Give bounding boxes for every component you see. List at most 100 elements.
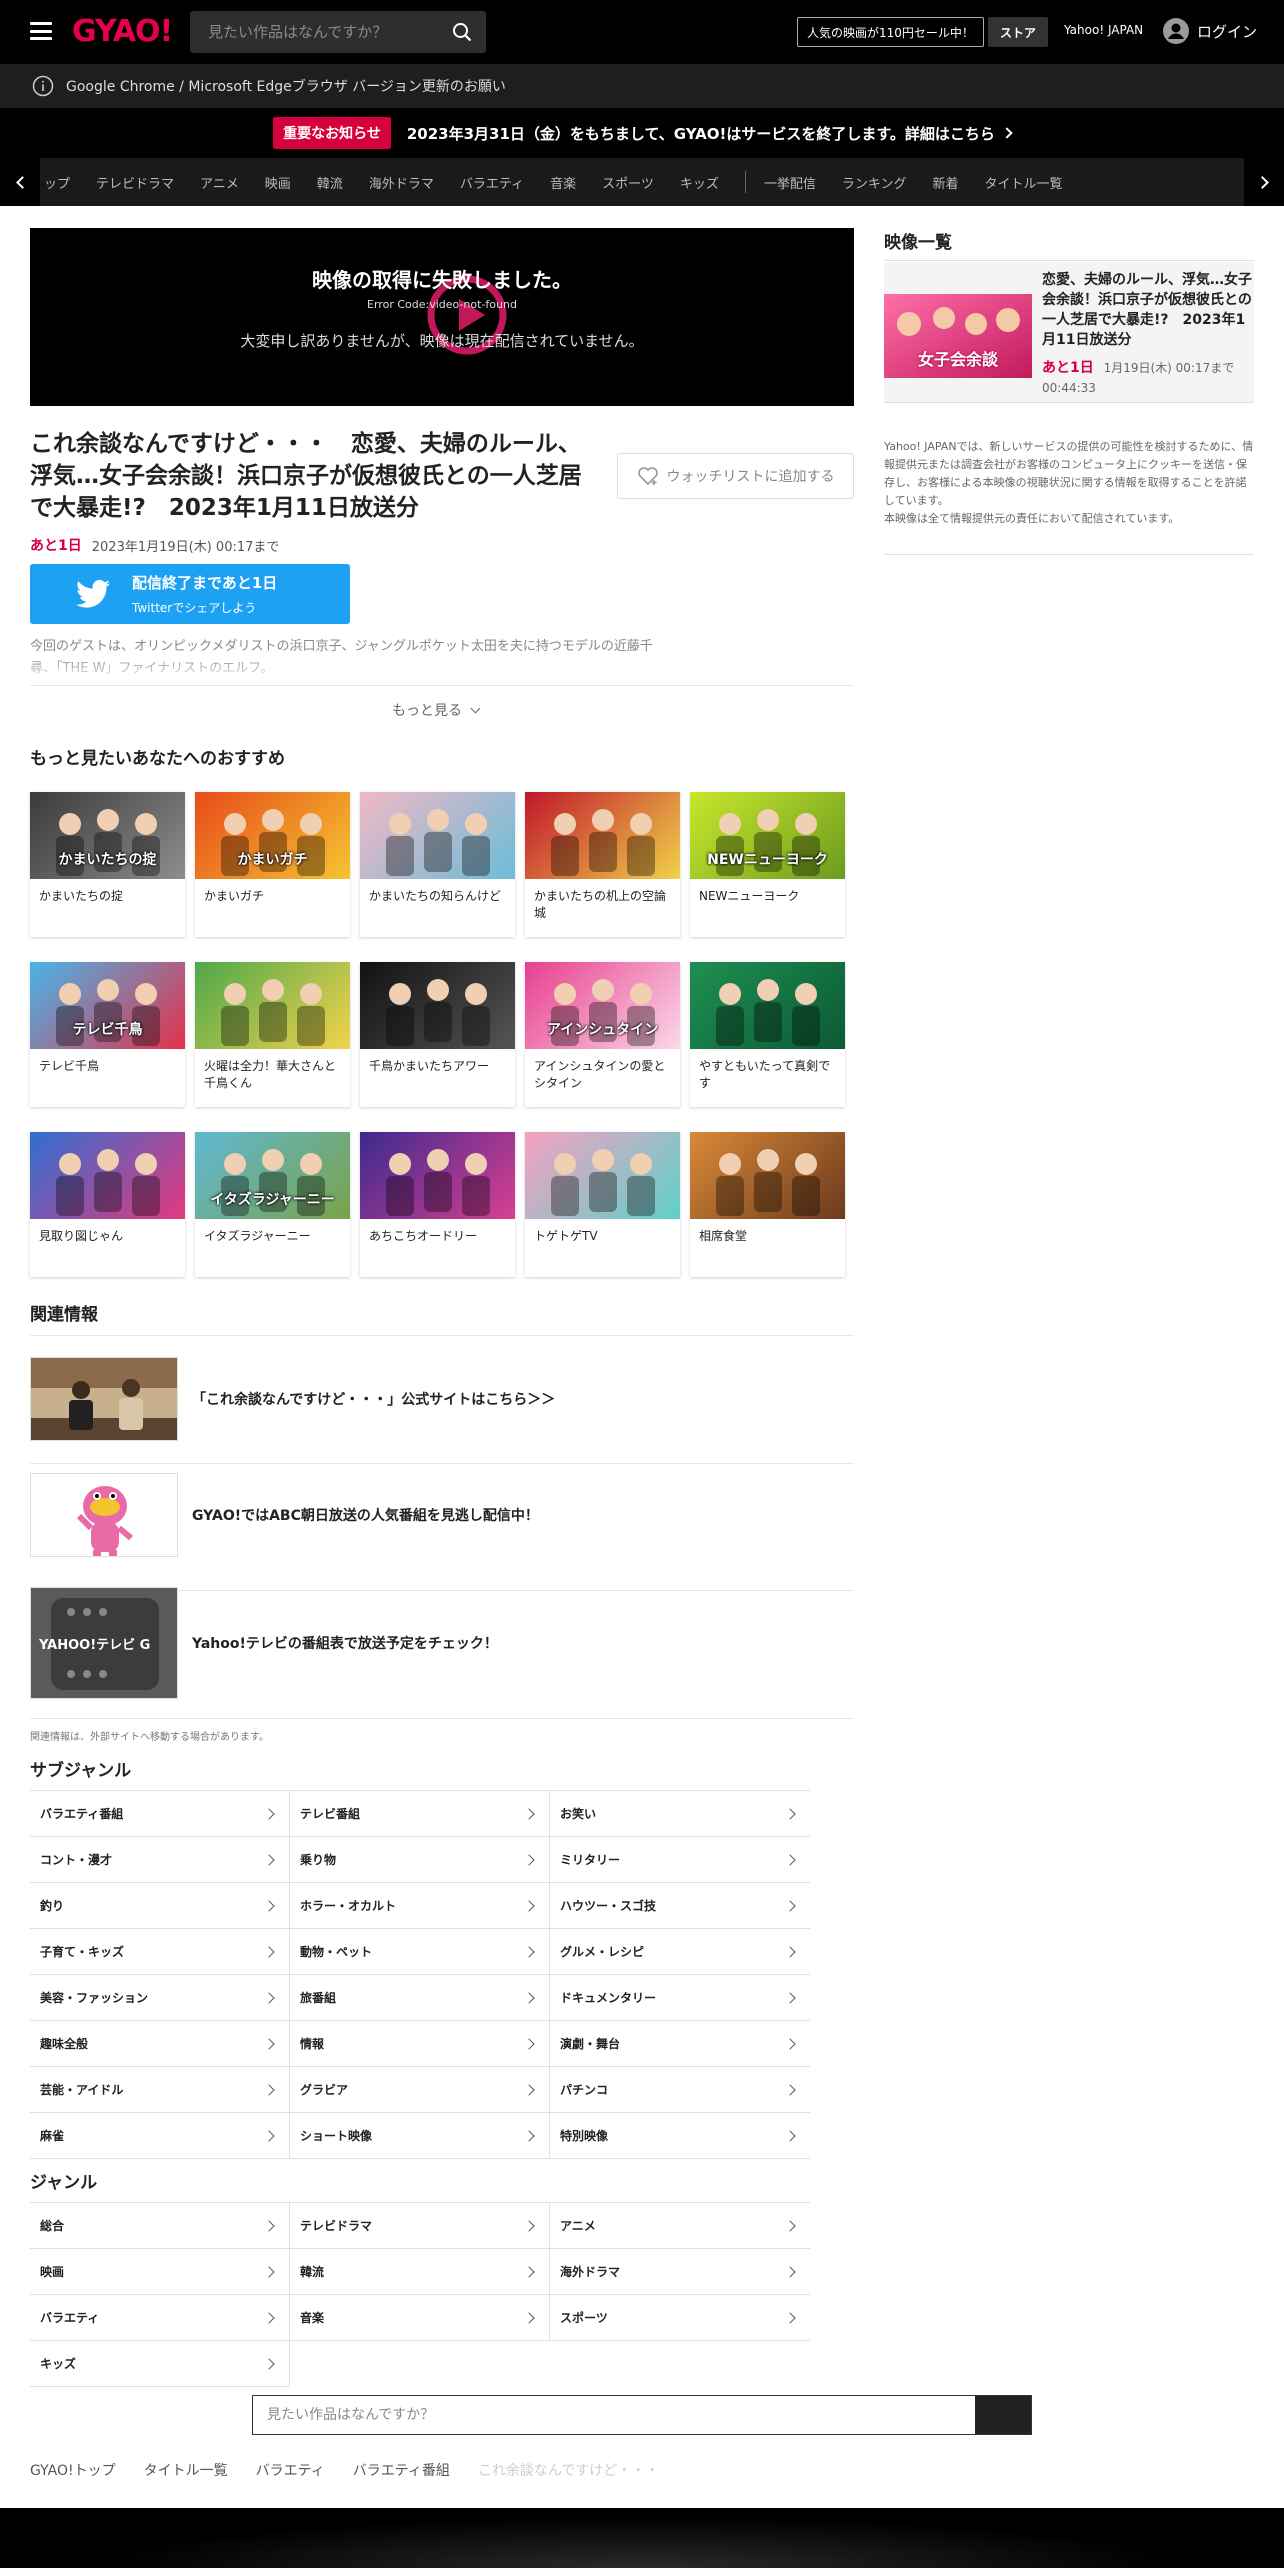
- subgenre-link[interactable]: 子育て・キッズ: [30, 1929, 290, 1975]
- person-face: [795, 813, 817, 835]
- browser-update-notice[interactable]: Google Chrome / Microsoft Edgeブラウザ バージョン…: [0, 64, 1284, 108]
- reco-card[interactable]: あちこちオードリー: [360, 1132, 515, 1277]
- nav-item[interactable]: ランキング: [842, 173, 907, 192]
- person-body: [424, 1002, 452, 1042]
- reco-card[interactable]: テレビ千鳥 テレビ千鳥: [30, 962, 185, 1107]
- breadcrumb-item[interactable]: バラエティ番組: [353, 2460, 450, 2480]
- breadcrumb-item[interactable]: GYAO!トップ: [30, 2460, 116, 2480]
- subgenre-link[interactable]: ショート映像: [290, 2113, 550, 2159]
- reco-card[interactable]: 相席食堂: [690, 1132, 845, 1277]
- reco-card[interactable]: 火曜は全力！華大さんと千鳥くん: [195, 962, 350, 1107]
- genre-link[interactable]: 総合: [30, 2203, 290, 2249]
- nav-item[interactable]: 映画: [265, 173, 291, 192]
- related-item-abc[interactable]: GYAO!ではABC朝日放送の人気番組を見逃し配信中！: [30, 1472, 854, 1558]
- bottom-search-input[interactable]: [253, 2396, 975, 2434]
- subgenre-link[interactable]: 美容・ファッション: [30, 1975, 290, 2021]
- genre-link[interactable]: 海外ドラマ: [550, 2249, 810, 2295]
- yahoo-japan-link[interactable]: Yahoo! JAPAN: [1064, 23, 1143, 37]
- person-face: [719, 1153, 741, 1175]
- genre-link[interactable]: キッズ: [30, 2341, 290, 2387]
- reco-card[interactable]: 見取り図じゃん: [30, 1132, 185, 1277]
- reco-thumbnail: [30, 1132, 185, 1219]
- subgenre-link[interactable]: 釣り: [30, 1883, 290, 1929]
- video-list-item-title: 恋愛、夫婦のルール、浮気…女子会余談！浜口京子が仮想彼氏との一人芝居で大暴走!?…: [1042, 272, 1252, 348]
- reco-card[interactable]: かまいガチ かまいガチ: [195, 792, 350, 937]
- subgenre-link[interactable]: 麻雀: [30, 2113, 290, 2159]
- subgenre-link[interactable]: ホラー・オカルト: [290, 1883, 550, 1929]
- nav-item[interactable]: バラエティ: [460, 173, 524, 192]
- nav-item[interactable]: スポーツ: [602, 173, 654, 192]
- reco-card[interactable]: アインシュタイン アインシュタインの愛とシタイン: [525, 962, 680, 1107]
- movie-sale-button[interactable]: 人気の映画が110円セール中！: [797, 17, 984, 47]
- nav-item[interactable]: アニメ: [200, 173, 239, 192]
- nav-item[interactable]: 新着: [932, 173, 958, 192]
- genre-link[interactable]: 音楽: [290, 2295, 550, 2341]
- nav-scroll-left-button[interactable]: [0, 158, 40, 206]
- nav-item[interactable]: タイトル一覧: [985, 173, 1063, 192]
- subgenre-link[interactable]: ドキュメンタリー: [550, 1975, 810, 2021]
- subgenre-link[interactable]: グラビア: [290, 2067, 550, 2113]
- show-more-button[interactable]: もっと見る: [392, 700, 481, 720]
- nav-scroll-right-button[interactable]: [1244, 158, 1284, 206]
- twitter-share-button[interactable]: 配信終了まであと1日 Twitterでシェアしよう: [30, 564, 350, 624]
- nav-item[interactable]: 海外ドラマ: [369, 173, 434, 192]
- person-face: [262, 1149, 284, 1171]
- nav-item[interactable]: 一挙配信: [764, 173, 816, 192]
- search-icon[interactable]: [452, 22, 472, 42]
- breadcrumb-item[interactable]: タイトル一覧: [144, 2460, 228, 2480]
- reco-thumbnail-image: [221, 979, 325, 1046]
- reco-card[interactable]: かまいたちの知らんけど: [360, 792, 515, 937]
- hamburger-menu-icon[interactable]: [30, 22, 52, 40]
- reco-card[interactable]: 千鳥かまいたちアワー: [360, 962, 515, 1107]
- subgenre-link[interactable]: テレビ番組: [290, 1791, 550, 1837]
- subgenre-link[interactable]: 旅番組: [290, 1975, 550, 2021]
- video-list-item[interactable]: 女子会余談 恋愛、夫婦のルール、浮気…女子会余談！浜口京子が仮想彼氏との一人芝居…: [884, 262, 1254, 402]
- subgenre-link[interactable]: コント・漫才: [30, 1837, 290, 1883]
- genre-link[interactable]: テレビドラマ: [290, 2203, 550, 2249]
- subgenre-link[interactable]: お笑い: [550, 1791, 810, 1837]
- nav-item[interactable]: キッズ: [680, 173, 719, 192]
- subgenre-link[interactable]: 芸能・アイドル: [30, 2067, 290, 2113]
- reco-card[interactable]: イタズラジャーニー イタズラジャーニー: [195, 1132, 350, 1277]
- genre-link[interactable]: 映画: [30, 2249, 290, 2295]
- store-button[interactable]: ストア: [988, 17, 1049, 47]
- reco-thumbnail-image: [386, 809, 490, 876]
- bottom-search-button[interactable]: [975, 2396, 1031, 2434]
- reco-card[interactable]: やすともいたって真剣です: [690, 962, 845, 1107]
- reco-card[interactable]: かまいたちの掟 かまいたちの掟: [30, 792, 185, 937]
- genre-link[interactable]: スポーツ: [550, 2295, 810, 2341]
- reco-card[interactable]: NEWニューヨーク NEWニューヨーク: [690, 792, 845, 937]
- reco-thumbnail: [525, 1132, 680, 1219]
- nav-item[interactable]: テレビドラマ: [96, 173, 174, 192]
- subgenre-link[interactable]: ミリタリー: [550, 1837, 810, 1883]
- subgenre-link[interactable]: バラエティ番組: [30, 1791, 290, 1837]
- chevron-right-icon: [523, 1807, 535, 1820]
- subgenre-link[interactable]: パチンコ: [550, 2067, 810, 2113]
- reco-card[interactable]: トゲトゲTV: [525, 1132, 680, 1277]
- genre-link[interactable]: アニメ: [550, 2203, 810, 2249]
- subgenre-link[interactable]: 乗り物: [290, 1837, 550, 1883]
- video-player[interactable]: 映像の取得に失敗しました。 Error Code:video-not-found…: [30, 228, 854, 406]
- nav-item[interactable]: ップ: [44, 173, 70, 192]
- nav-item[interactable]: 韓流: [317, 173, 343, 192]
- login-button[interactable]: ログイン: [1163, 18, 1257, 44]
- important-notice[interactable]: 重要なお知らせ 2023年3月31日（金）をもちまして、GYAO!はサービスを終…: [0, 108, 1284, 158]
- genre-link[interactable]: 韓流: [290, 2249, 550, 2295]
- subgenre-link[interactable]: ハウツー・スゴ技: [550, 1883, 810, 1929]
- subgenre-link[interactable]: 演劇・舞台: [550, 2021, 810, 2067]
- related-item-yahoo-tv[interactable]: YAHOO!テレビ G Yahoo!テレビの番組表で放送予定をチェック！: [30, 1587, 854, 1699]
- subgenre-link[interactable]: グルメ・レシピ: [550, 1929, 810, 1975]
- add-to-watchlist-button[interactable]: ウォッチリストに追加する: [617, 453, 854, 499]
- subgenre-link[interactable]: 動物・ペット: [290, 1929, 550, 1975]
- related-item-official-site[interactable]: 「これ余談なんですけど・・・」公式サイトはこちら＞＞: [30, 1356, 854, 1442]
- subgenre-link[interactable]: 情報: [290, 2021, 550, 2067]
- search-input[interactable]: [190, 23, 430, 41]
- subgenre-link[interactable]: 特別映像: [550, 2113, 810, 2159]
- breadcrumb-item[interactable]: バラエティ: [256, 2460, 325, 2480]
- genre-link[interactable]: バラエティ: [30, 2295, 290, 2341]
- gyao-logo[interactable]: GYAO!: [72, 14, 173, 49]
- subgenre-link[interactable]: 趣味全般: [30, 2021, 290, 2067]
- nav-item[interactable]: 音楽: [550, 173, 576, 192]
- user-avatar-icon: [1163, 18, 1189, 44]
- reco-card[interactable]: かまいたちの机上の空論城: [525, 792, 680, 937]
